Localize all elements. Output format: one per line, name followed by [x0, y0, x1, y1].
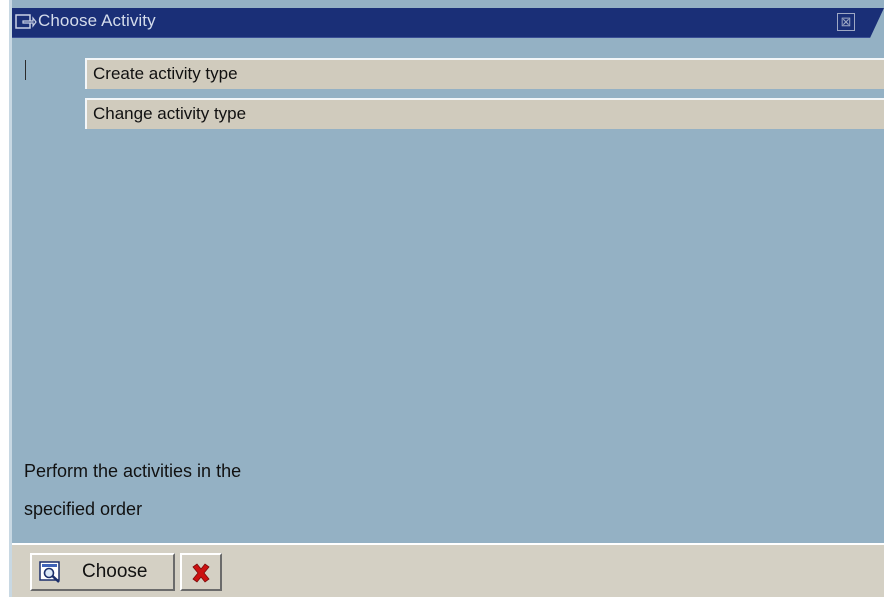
- text-cursor: [25, 60, 26, 80]
- cancel-icon: [190, 562, 212, 584]
- title-bar: Choose Activity ⊠: [12, 8, 884, 38]
- choose-icon: [39, 561, 63, 583]
- hint-text-line-2: specified order: [24, 499, 143, 519]
- choose-button[interactable]: Choose: [30, 553, 175, 591]
- close-icon[interactable]: ⊠: [837, 13, 855, 31]
- choose-activity-dialog: Choose Activity ⊠ Create activity type C…: [0, 0, 884, 597]
- activity-create-activity-type[interactable]: Create activity type: [85, 58, 884, 89]
- activity-change-activity-type[interactable]: Change activity type: [85, 98, 884, 129]
- left-border-inner: [9, 0, 12, 597]
- hint-text-line-1: Perform the activities in the: [24, 461, 242, 481]
- choose-button-label: Choose: [82, 561, 148, 582]
- dialog-title: Choose Activity: [38, 11, 156, 30]
- button-toolbar: Choose: [12, 543, 884, 597]
- left-border: [0, 0, 9, 597]
- dialog-icon: [15, 13, 37, 31]
- cancel-button[interactable]: [180, 553, 222, 591]
